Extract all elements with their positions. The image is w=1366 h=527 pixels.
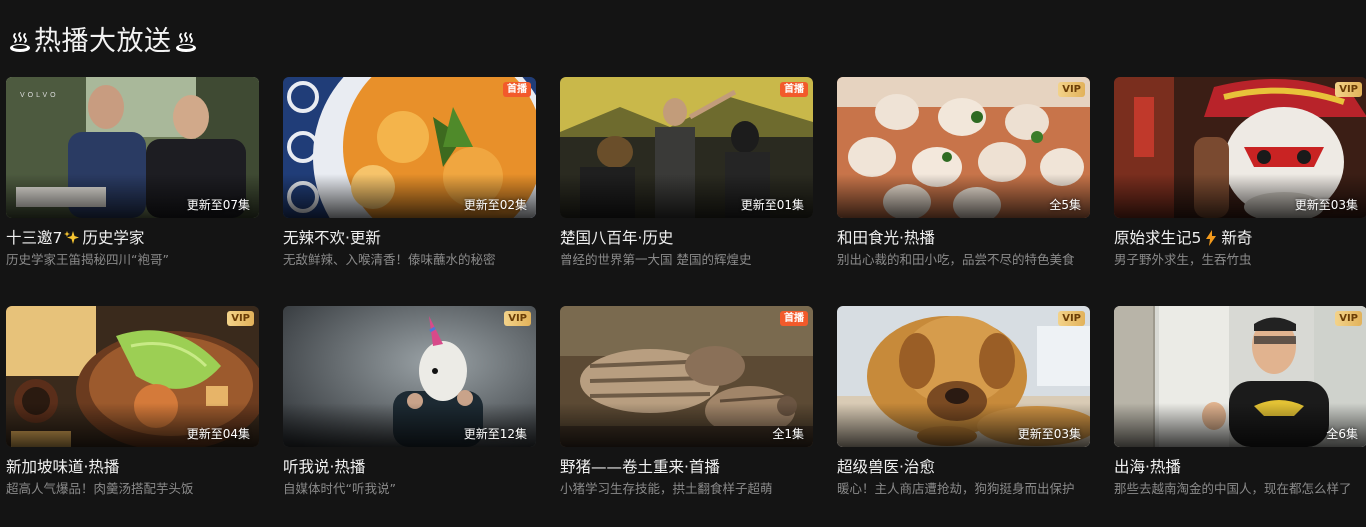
episode-count: 更新至02集 [463, 198, 527, 212]
hot-spring-icon [175, 32, 196, 52]
video-subtitle: 暖心！主人商店遭抢劫，狗狗挺身而出保护 [837, 481, 1075, 496]
video-card[interactable]: VIP 更新至03集 超级兽医·治愈 暖心！主人商店遭抢劫，狗狗挺身而出保护 [837, 306, 1090, 497]
video-thumbnail[interactable]: VIP 更新至04集 [6, 306, 259, 447]
video-card[interactable]: VIP 全6集 出海·热播 那些去越南淘金的中国人，现在都怎么样了 [1114, 306, 1366, 497]
premiere-badge: 首播 [503, 82, 531, 97]
video-title[interactable]: 野猪——卷土重来·首播 [560, 457, 813, 477]
video-subtitle: 别出心裁的和田小吃，品尝不尽的特色美食 [837, 252, 1075, 267]
video-title-text: 野猪——卷土重来·首播 [560, 458, 720, 476]
vip-badge: VIP [504, 311, 531, 326]
episode-count: 更新至03集 [1294, 198, 1358, 212]
video-title-suffix: 新奇 [1221, 229, 1253, 247]
svg-text:VOLVO: VOLVO [20, 92, 59, 99]
episode-count: 更新至04集 [186, 427, 250, 441]
premiere-badge: 首播 [780, 82, 808, 97]
video-title-text: 原始求生记5 [1114, 229, 1202, 247]
video-card[interactable]: 首播 全1集 野猪——卷土重来·首播 小猪学习生存技能，拱土翻食样子超萌 [560, 306, 813, 497]
video-title-text: 新加坡味道·热播 [6, 458, 120, 476]
sparkles-icon [64, 231, 80, 244]
video-subtitle: 那些去越南淘金的中国人，现在都怎么样了 [1114, 481, 1352, 496]
video-subtitle: 无敌鲜辣、入喉清香！傣味蘸水的秘密 [283, 252, 496, 267]
video-title[interactable]: 十三邀7 历史学家 [6, 228, 259, 248]
section-header: 热播大放送 [8, 22, 198, 62]
premiere-badge: 首播 [780, 311, 808, 326]
video-thumbnail[interactable]: 首播 更新至02集 [283, 77, 536, 218]
video-subtitle: 男子野外求生，生吞竹虫 [1114, 252, 1252, 267]
video-title-text: 无辣不欢·更新 [283, 229, 381, 247]
episode-count: 更新至03集 [1017, 427, 1081, 441]
hot-spring-icon [10, 32, 30, 52]
video-title-text: 十三邀7 [6, 229, 63, 247]
vip-badge: VIP [1335, 82, 1362, 97]
vip-badge: VIP [1335, 311, 1362, 326]
video-title[interactable]: 楚国八百年·历史 [560, 228, 813, 248]
episode-count: 全1集 [772, 427, 804, 441]
section-title: 热播大放送 [34, 26, 172, 57]
video-card[interactable]: 首播 更新至02集 无辣不欢·更新 无敌鲜辣、入喉清香！傣味蘸水的秘密 [283, 77, 536, 268]
video-card[interactable]: 首播 更新至01集 楚国八百年·历史 曾经的世界第一大国 楚国的辉煌史 [560, 77, 813, 268]
video-title-suffix: 历史学家 [82, 229, 145, 247]
vip-badge: VIP [1058, 82, 1085, 97]
video-title-text: 出海·热播 [1114, 458, 1181, 476]
video-card[interactable]: VOLVO 更新至07集 十三邀7 历史学家 历史学家王笛揭秘四川“袍哥” [6, 77, 259, 268]
video-title[interactable]: 新加坡味道·热播 [6, 457, 259, 477]
video-subtitle: 历史学家王笛揭秘四川“袍哥” [6, 252, 169, 267]
video-title[interactable]: 出海·热播 [1114, 457, 1366, 477]
video-card[interactable]: VIP 全5集 和田食光·热播 别出心裁的和田小吃，品尝不尽的特色美食 [837, 77, 1090, 268]
video-thumbnail[interactable]: VIP 全5集 [837, 77, 1090, 218]
video-subtitle: 超高人气爆品！肉羹汤搭配芋头饭 [6, 481, 194, 496]
video-title-text: 超级兽医·治愈 [837, 458, 935, 476]
vip-badge: VIP [227, 311, 254, 326]
video-title[interactable]: 原始求生记5 新奇 [1114, 228, 1366, 248]
video-title-text: 听我说·热播 [283, 458, 366, 476]
video-title-text: 和田食光·热播 [837, 229, 935, 247]
vip-badge: VIP [1058, 311, 1085, 326]
episode-count: 更新至07集 [186, 198, 250, 212]
episode-count: 全6集 [1326, 427, 1358, 441]
video-card[interactable]: VIP 更新至04集 新加坡味道·热播 超高人气爆品！肉羹汤搭配芋头饭 [6, 306, 259, 497]
episode-count: 更新至12集 [463, 427, 527, 441]
video-card[interactable]: VIP 更新至03集 原始求生记5 新奇 男子野外求生，生吞竹虫 [1114, 77, 1366, 268]
video-card[interactable]: VIP 更新至12集 听我说·热播 自媒体时代“听我说” [283, 306, 536, 497]
video-title[interactable]: 无辣不欢·更新 [283, 228, 536, 248]
video-thumbnail[interactable]: VIP 更新至03集 [1114, 77, 1366, 218]
video-thumbnail[interactable]: VOLVO 更新至07集 [6, 77, 259, 218]
video-thumbnail[interactable]: VIP 更新至03集 [837, 306, 1090, 447]
video-thumbnail[interactable]: 首播 更新至01集 [560, 77, 813, 218]
episode-count: 全5集 [1049, 198, 1081, 212]
video-subtitle: 自媒体时代“听我说” [283, 481, 396, 496]
video-thumbnail[interactable]: VIP 全6集 [1114, 306, 1366, 447]
video-subtitle: 小猪学习生存技能，拱土翻食样子超萌 [560, 481, 773, 496]
episode-count: 更新至01集 [740, 198, 804, 212]
video-subtitle: 曾经的世界第一大国 楚国的辉煌史 [560, 252, 752, 267]
video-thumbnail[interactable]: VIP 更新至12集 [283, 306, 536, 447]
video-grid: VOLVO 更新至07集 十三邀7 历史学家 历史学家王笛揭秘四川“袍哥” 首播… [6, 77, 1366, 497]
lightning-icon [1206, 230, 1217, 246]
video-thumbnail[interactable]: 首播 全1集 [560, 306, 813, 447]
video-title[interactable]: 听我说·热播 [283, 457, 536, 477]
video-title[interactable]: 超级兽医·治愈 [837, 457, 1090, 477]
video-title[interactable]: 和田食光·热播 [837, 228, 1090, 248]
video-title-text: 楚国八百年·历史 [560, 229, 674, 247]
